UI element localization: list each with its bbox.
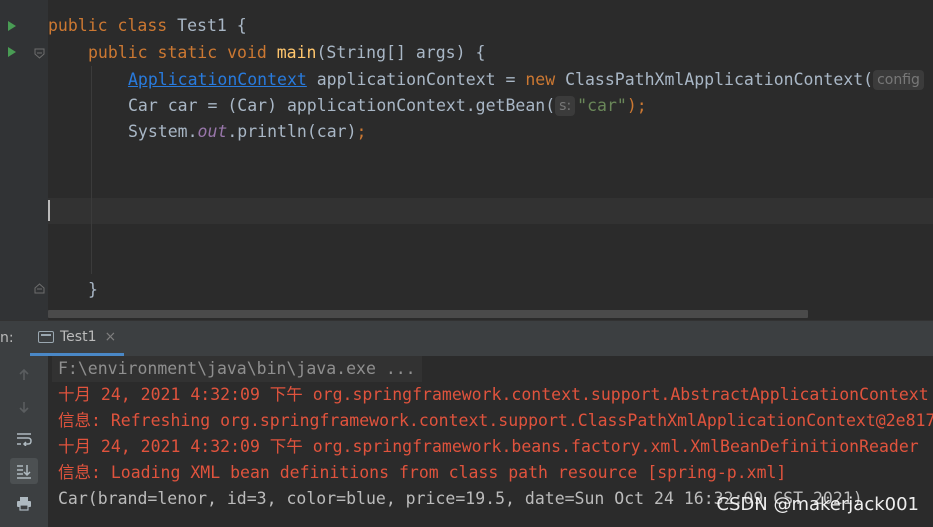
arrow-down-icon[interactable] xyxy=(10,394,38,420)
code-line-close-brace: } xyxy=(88,280,98,299)
console-log-line: 十月 24, 2021 4:32:09 下午 org.springframewo… xyxy=(58,385,929,404)
code-editor[interactable]: public class Test1 { public static void … xyxy=(0,0,933,320)
arrow-up-icon[interactable] xyxy=(10,362,38,388)
param-hint-s: s: xyxy=(555,96,576,116)
horizontal-scrollbar[interactable] xyxy=(48,310,808,318)
param-hint-config: config xyxy=(873,70,924,90)
console-log-line: 信息: Refreshing org.springframework.conte… xyxy=(58,411,933,430)
console-command-line[interactable]: F:\environment\java\bin\java.exe ... xyxy=(52,356,422,382)
run-tool-window-header: n: Test1 × xyxy=(0,320,933,356)
code-area[interactable]: public class Test1 { public static void … xyxy=(48,0,933,320)
scroll-to-end-icon[interactable] xyxy=(10,458,38,484)
close-tab-icon[interactable]: × xyxy=(104,329,116,345)
run-side-toolbar xyxy=(0,356,48,527)
code-line-context: ApplicationContext applicationContext = … xyxy=(128,67,926,93)
tab-label: Test1 xyxy=(60,329,97,345)
code-line-getbean: Car car = (Car) applicationContext.getBe… xyxy=(128,96,647,116)
print-icon[interactable] xyxy=(10,490,38,516)
run-main-icon[interactable] xyxy=(8,47,16,57)
unfold-method-icon[interactable] xyxy=(34,283,45,294)
tab-test1[interactable]: Test1 × xyxy=(30,321,125,356)
watermark: CSDN @makerjack001 xyxy=(716,494,919,515)
editor-gutter xyxy=(0,0,48,320)
soft-wrap-icon[interactable] xyxy=(10,426,38,452)
run-class-icon[interactable] xyxy=(8,21,16,31)
code-line-class-decl: public class Test1 { xyxy=(48,16,247,35)
console-icon xyxy=(38,331,54,343)
console-log-line: 信息: Loading XML bean definitions from cl… xyxy=(58,463,787,482)
code-line-main-decl: public static void main(String[] args) { xyxy=(88,43,486,62)
application-context-link[interactable]: ApplicationContext xyxy=(128,70,307,89)
code-line-println: System.out.println(car); xyxy=(128,122,367,141)
text-caret xyxy=(48,200,50,221)
fold-method-icon[interactable] xyxy=(34,48,45,59)
console-log-line: 十月 24, 2021 4:32:09 下午 org.springframewo… xyxy=(58,437,919,456)
run-window-label: n: xyxy=(0,330,14,346)
